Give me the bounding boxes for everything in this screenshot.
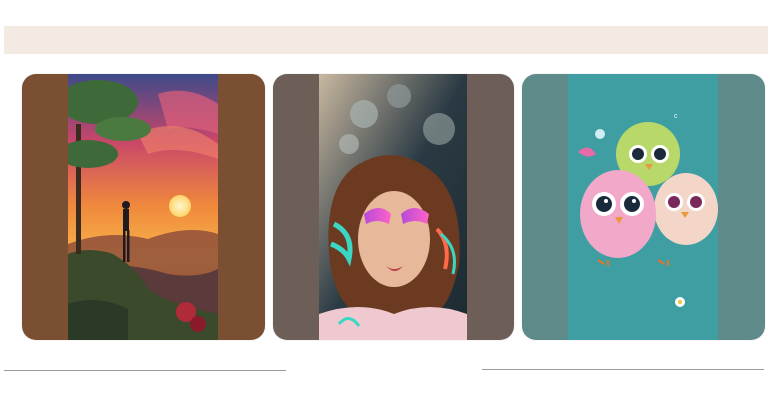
image-gallery: c bbox=[0, 74, 768, 340]
bottom-divider-left bbox=[4, 370, 286, 371]
cute-owls-image[interactable]: c bbox=[568, 74, 718, 340]
gallery-card-owls[interactable]: c bbox=[522, 74, 765, 340]
gallery-card-sunset[interactable] bbox=[22, 74, 265, 340]
top-banner-strip bbox=[4, 26, 768, 54]
svg-text:c: c bbox=[674, 113, 678, 120]
neon-makeup-portrait-image[interactable] bbox=[319, 74, 467, 340]
gallery-card-portrait[interactable] bbox=[273, 74, 514, 340]
sunset-landscape-image[interactable] bbox=[68, 74, 218, 340]
bottom-divider-right bbox=[482, 369, 764, 370]
